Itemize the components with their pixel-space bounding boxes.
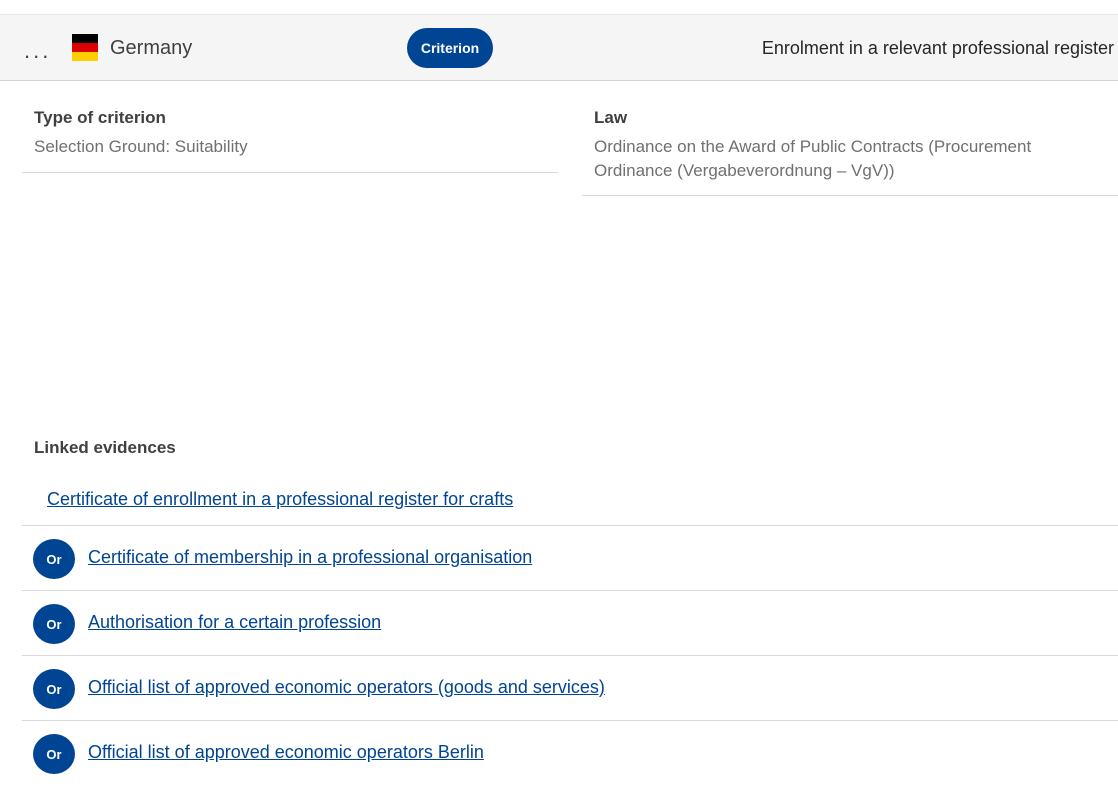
evidence-row: Or Certificate of membership in a profes… [22,526,1118,591]
or-badge: Or [33,539,75,579]
more-options-icon[interactable]: ... [24,40,51,62]
law-label: Law [594,108,628,127]
evidence-link[interactable]: Official list of approved economic opera… [88,742,484,763]
evidence-row: Or Official list of approved economic op… [22,721,1118,786]
criterion-title: Enrolment in a relevant professional reg… [761,38,1114,58]
country-name: Germany [110,37,193,59]
evidence-link[interactable]: Official list of approved economic opera… [88,677,605,698]
type-of-criterion-value: Selection Ground: Suitability [34,137,248,156]
evidence-row: Or Official list of approved economic op… [22,656,1118,721]
criterion-badge: Criterion [407,28,493,68]
or-badge: Or [33,604,75,644]
type-of-criterion-field: Type of criterion Selection Ground: Suit… [22,106,558,173]
or-badge: Or [33,669,75,709]
evidence-link[interactable]: Certificate of enrollment in a professio… [47,489,513,510]
criterion-header: ... Germany Criterion Enrolment in a rel… [0,14,1118,81]
law-value: Ordinance on the Award of Public Contrac… [594,137,1032,180]
type-of-criterion-label: Type of criterion [34,108,166,127]
evidence-row: Certificate of enrollment in a professio… [22,480,1118,526]
or-badge: Or [33,734,75,774]
germany-flag-icon [72,34,98,61]
evidence-row: Or Authorisation for a certain professio… [22,591,1118,656]
evidence-link[interactable]: Certificate of membership in a professio… [88,547,532,568]
linked-evidences-heading: Linked evidences [34,438,176,457]
evidence-link[interactable]: Authorisation for a certain profession [88,612,381,633]
law-field: Law Ordinance on the Award of Public Con… [582,106,1118,196]
